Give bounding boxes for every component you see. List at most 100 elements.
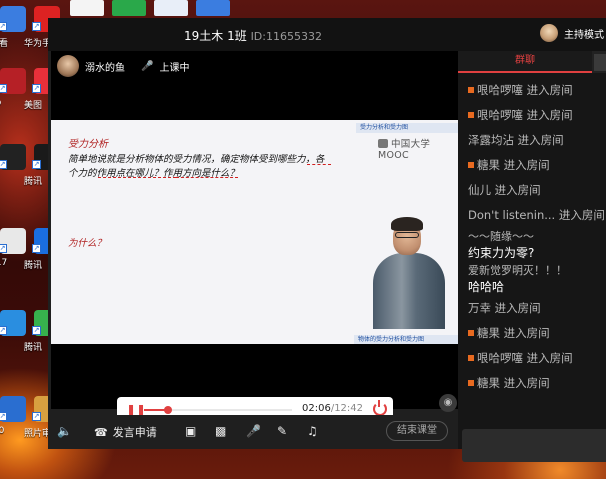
shortcut-arrow-icon: ↗ [32,326,41,335]
mic-icon: 🎤 [141,60,154,72]
app-icon[interactable] [112,0,146,16]
app-icon[interactable] [196,0,230,16]
chat-input[interactable] [462,429,606,462]
camera-off-icon[interactable]: ▣ [185,424,196,438]
chat-text: 哈哈哈 [468,279,505,294]
progress-track[interactable] [144,406,292,414]
class-name: 19土木 1班 [184,29,247,43]
shortcut-arrow-icon: ↗ [32,84,41,93]
chat-join-text: 仙儿 进入房间 [468,182,541,197]
class-id: ID:11655332 [250,30,322,43]
shortcut-arrow-icon: ↗ [0,22,7,31]
shortcut-arrow-icon: ↗ [32,244,41,253]
chat-message: ～～随缘～～ 约束力为零? [468,227,606,261]
chat-join-notice: 糖果 进入房间 [468,320,606,345]
lecture-slide: 受力分析和受力图 中国大学MOOC 受力分析 简单地说就是分析物体的受力情况，确… [51,120,458,344]
shortcut-arrow-icon: ↗ [32,22,41,31]
end-class-button[interactable]: 结束课堂 [386,421,448,441]
video-panel: 溺水的鱼 🎤 上课中 受力分析和受力图 中国大学MOOC 受力分析 简单地说就是… [51,51,458,423]
chat-join-text: 糖果 进入房间 [477,157,550,172]
chat-sender: ～～随缘～～ [468,229,534,243]
chat-join-notice: 哏哈啰噻 进入房间 [468,77,606,102]
chat-join-text: 糖果 进入房间 [477,375,550,390]
chat-join-notice: 泽露均沾 进入房间 [468,127,606,152]
top-icons [70,0,230,18]
chat-join-text: 万幸 进入房间 [468,300,541,315]
vip-badge-icon [468,86,474,93]
presenter-body [373,253,445,329]
chat-join-notice: 仙儿 进入房间 [468,177,606,202]
slide-heading: 受力分析 [68,139,108,150]
classroom-window: 19土木 1班 ID:11655332 主持模式 溺水的鱼 🎤 上课中 受力分析… [48,18,606,462]
chat-join-text: 哏哈啰噻 进入房间 [477,82,573,97]
underline [307,164,331,165]
shortcut-arrow-icon: ↗ [32,160,41,169]
teacher-avatar [57,55,79,77]
teacher-name: 溺水的鱼 [85,62,125,74]
chat-message-list[interactable]: 哏哈啰噻 进入房间 哏哈啰噻 进入房间 泽露均沾 进入房间 糖果 进入房间 仙儿 进入房… [468,77,606,395]
chat-join-text: 哏哈啰噻 进入房间 [477,107,573,122]
chat-text: 约束力为零? [468,245,535,260]
presenter-glasses [395,232,419,238]
shortcut-arrow-icon: ↗ [0,244,7,253]
progress-knob[interactable] [164,406,173,414]
shortcut-arrow-icon: ↗ [0,326,7,335]
vip-badge-icon [468,354,474,361]
chat-join-notice: 糖果 进入房间 [468,152,606,177]
vip-badge-icon [468,111,474,118]
chat-join-notice: 糖果 进入房间 [468,370,606,395]
image-icon[interactable]: ▩ [215,424,226,438]
phone-icon: ☎ [94,425,108,439]
class-title: 19土木 1班 ID:11655332 [48,27,458,44]
time-current: 02:06 [302,403,331,414]
app-icon[interactable] [154,0,188,16]
shortcut-arrow-icon: ↗ [0,160,7,169]
shortcut-arrow-icon: ↗ [0,84,7,93]
slide-tag: 受力分析和受力图 [356,123,458,133]
mic-icon[interactable]: ◉ [439,394,457,412]
host-mode[interactable]: 主持模式 [540,24,604,42]
music-icon[interactable]: ♫ [307,424,318,438]
speaker-icon[interactable]: 🔈 [57,424,72,438]
edit-icon[interactable]: ✎ [277,424,287,438]
chat-join-notice: 哏哈啰噻 进入房间 [468,345,606,370]
tab-group-chat[interactable]: 群聊 [458,51,592,73]
chat-tabs: 群聊 [458,51,606,73]
underline [98,177,176,178]
slide-caption: 物体的受力分析和受力图 [354,335,458,344]
underline [176,177,238,178]
host-mode-label: 主持模式 [564,29,604,41]
mooc-logo: 中国大学MOOC [378,136,458,161]
chat-join-notice: 哏哈啰噻 进入房间 [468,102,606,127]
teacher-info: 溺水的鱼 🎤 上课中 [57,55,189,77]
chat-join-notice: Don't listenin... 进入房间 [468,202,606,227]
mic-off-icon[interactable]: 🎤 [246,424,261,438]
chat-join-text: 哏哈啰噻 进入房间 [477,350,573,365]
chat-sender: 爱新觉罗明灭！！！ [468,263,567,277]
host-avatar [540,24,558,42]
class-status: 上课中 [159,62,190,74]
mooc-icon [378,139,388,148]
vip-badge-icon [468,329,474,336]
power-icon[interactable] [373,400,387,416]
title-bar: 19土木 1班 ID:11655332 主持模式 [48,18,606,51]
chat-join-text: 糖果 进入房间 [477,325,550,340]
presenter-video [369,215,449,329]
chat-join-text: 泽露均沾 进入房间 [468,132,564,147]
chat-join-notice: 万幸 进入房间 [468,295,606,320]
vip-badge-icon [468,379,474,386]
slide-question: 为什么？ [68,238,107,249]
app-icon[interactable] [70,0,104,16]
control-bar: 🔈 ☎ 发言申请 ▣ ▩ 🎤 ✎ ♫ 结束课堂 [48,415,458,449]
chat-panel: 群聊 哏哈啰噻 进入房间 哏哈啰噻 进入房间 泽露均沾 进入房间 糖果 进入房间 仙儿 … [458,51,606,462]
shortcut-arrow-icon: ↗ [0,412,7,421]
tab-secondary[interactable] [594,54,606,71]
request-speak-button[interactable]: ☎ 发言申请 [94,424,157,440]
time-total: /12:42 [330,403,364,414]
presenter-hair [391,217,423,231]
request-speak-label: 发言申请 [112,426,157,439]
vip-badge-icon [468,161,474,168]
chat-join-text: Don't listenin... 进入房间 [468,207,605,222]
time-display: 02:06/12:42 [302,403,363,414]
chat-message: 爱新觉罗明灭！！！ 哈哈哈 [468,261,606,295]
